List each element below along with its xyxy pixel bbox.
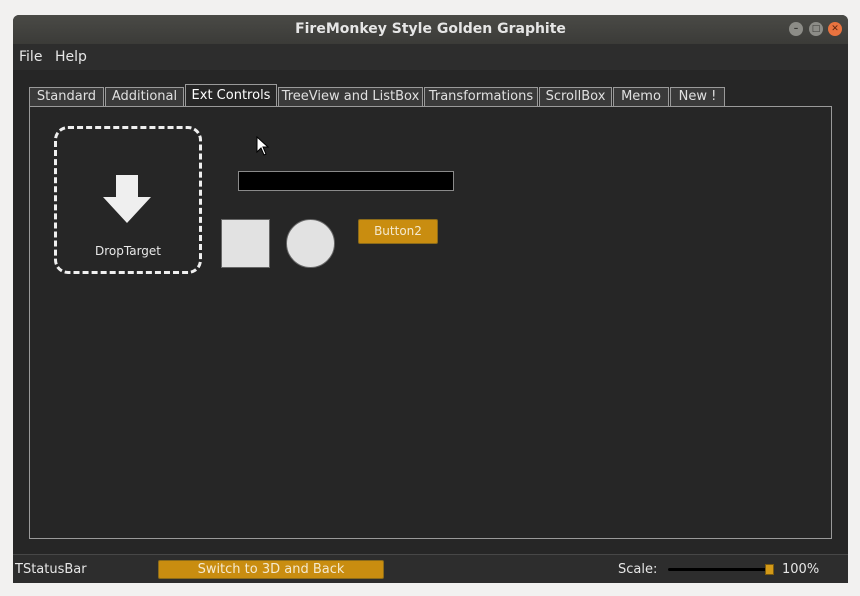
menu-bar: File Help xyxy=(13,44,848,70)
status-bar: TStatusBar Switch to 3D and Back Scale: … xyxy=(13,554,848,583)
tab-treeview-listbox[interactable]: TreeView and ListBox xyxy=(278,87,423,106)
tab-memo[interactable]: Memo xyxy=(613,87,669,106)
edit-field[interactable] xyxy=(238,171,454,191)
tab-new[interactable]: New ! xyxy=(670,87,725,106)
tab-standard[interactable]: Standard xyxy=(29,87,104,106)
mouse-cursor-icon xyxy=(256,136,270,156)
scale-slider-thumb[interactable] xyxy=(765,564,774,575)
scale-value: 100% xyxy=(782,562,820,577)
scale-label: Scale: xyxy=(618,562,658,577)
close-icon[interactable]: ✕ xyxy=(828,22,842,36)
switch-3d-button[interactable]: Switch to 3D and Back xyxy=(158,560,384,579)
minimize-icon[interactable]: – xyxy=(789,22,803,36)
drop-target-label: DropTarget xyxy=(95,244,161,258)
app-window: FireMonkey Style Golden Graphite – □ ✕ F… xyxy=(13,15,848,583)
tab-transformations[interactable]: Transformations xyxy=(424,87,538,106)
status-bar-label: TStatusBar xyxy=(15,562,87,577)
tab-scrollbox[interactable]: ScrollBox xyxy=(539,87,612,106)
menu-file[interactable]: File xyxy=(19,49,42,65)
drop-target[interactable]: DropTarget xyxy=(54,126,202,274)
maximize-icon[interactable]: □ xyxy=(809,22,823,36)
main-content: Standard Additional Ext Controls TreeVie… xyxy=(13,70,848,554)
tab-additional[interactable]: Additional xyxy=(105,87,184,106)
arrow-down-icon xyxy=(103,175,151,223)
menu-help[interactable]: Help xyxy=(55,49,87,65)
button2[interactable]: Button2 xyxy=(358,219,438,244)
window-title: FireMonkey Style Golden Graphite xyxy=(295,21,566,37)
title-bar[interactable]: FireMonkey Style Golden Graphite – □ ✕ xyxy=(13,15,848,44)
tab-ext-controls[interactable]: Ext Controls xyxy=(185,84,277,107)
tab-panel-ext-controls: DropTarget Button2 xyxy=(29,106,832,539)
rectangle-shape xyxy=(221,219,270,268)
scale-slider-track[interactable] xyxy=(668,568,772,571)
circle-shape xyxy=(286,219,335,268)
